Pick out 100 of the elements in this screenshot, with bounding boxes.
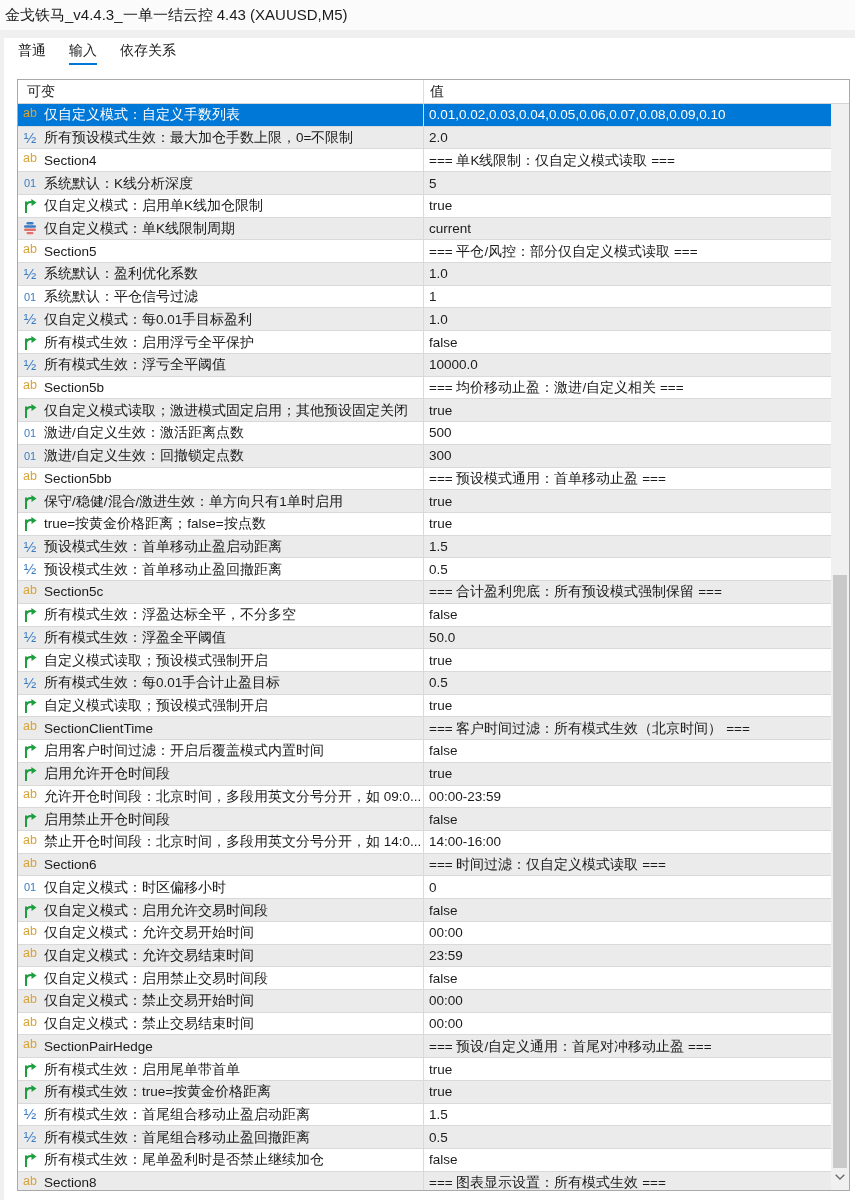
parameter-value[interactable]: true — [429, 492, 453, 510]
parameter-value[interactable]: false — [429, 606, 458, 624]
parameter-row[interactable]: ½ 所有模式生效：首尾组合移动止盈启动距离 1.5 — [18, 1103, 831, 1127]
parameter-value[interactable]: === 预设模式通用：首单移动止盈 === — [429, 469, 666, 487]
parameter-row[interactable]: 所有模式生效：启用浮亏全平保护 false — [18, 331, 831, 354]
parameter-row[interactable]: 仅自定义模式：启用单K线加仓限制 true — [18, 194, 831, 218]
scrollbar-thumb[interactable] — [833, 575, 847, 1168]
parameter-value[interactable]: === 合计盈利兜底：所有预设模式强制保留 === — [429, 583, 722, 601]
parameter-value[interactable]: true — [429, 515, 453, 533]
column-header[interactable]: 值 — [424, 80, 849, 103]
parameter-value[interactable]: === 图表显示设置：所有模式生效 === — [429, 1174, 666, 1190]
parameter-row[interactable]: 启用允许开仓时间段 true — [18, 762, 831, 786]
parameter-value[interactable]: false — [429, 810, 458, 828]
parameter-row[interactable]: 仅自定义模式：启用允许交易时间段 false — [18, 899, 831, 922]
parameter-value[interactable]: false — [429, 1151, 458, 1169]
parameter-row[interactable]: ½ 预设模式生效：首单移动止盈启动距离 1.5 — [18, 535, 831, 559]
parameter-value[interactable]: false — [429, 969, 458, 987]
parameter-row[interactable]: ab 禁止开仓时间段：北京时间，多段用英文分号分开，如 14:0... 14:00-16:00 — [18, 831, 831, 854]
parameter-value[interactable]: 0.5 — [429, 1128, 448, 1146]
parameter-row[interactable]: ab 允许开仓时间段：北京时间，多段用英文分号分开，如 09:0... 00:00-23:59 — [18, 785, 831, 809]
parameter-row[interactable]: 仅自定义模式：单K线限制周期 current — [18, 217, 831, 241]
parameter-row[interactable]: 仅自定义模式读取；激进模式固定启用；其他预设固定关闭 true — [18, 399, 831, 423]
parameter-row[interactable]: 自定义模式读取；预设模式强制开启 true — [18, 694, 831, 718]
parameter-value[interactable]: === 平仓/风控：部分仅自定义模式读取 === — [429, 242, 698, 260]
parameter-value[interactable]: === 时间过滤：仅自定义模式读取 === — [429, 856, 666, 874]
tab[interactable]: 依存关系 — [120, 41, 176, 65]
parameter-row[interactable]: ½ 所有模式生效：浮亏全平阈值 10000.0 — [18, 353, 831, 377]
parameter-row[interactable]: ab Section5 === 平仓/风控：部分仅自定义模式读取 === — [18, 240, 831, 264]
parameter-row[interactable]: 01 仅自定义模式：时区偏移小时 0 — [18, 876, 831, 900]
parameter-value[interactable]: 1.0 — [429, 265, 448, 283]
parameter-row[interactable]: ½ 预设模式生效：首单移动止盈回撤距离 0.5 — [18, 558, 831, 582]
parameter-value[interactable]: 14:00-16:00 — [429, 833, 502, 851]
parameter-value[interactable]: 1.0 — [429, 310, 448, 328]
parameter-value[interactable]: true — [429, 401, 453, 419]
parameter-value[interactable]: === 均价移动止盈：激进/自定义相关 === — [429, 379, 684, 396]
parameter-row[interactable]: 自定义模式读取；预设模式强制开启 true — [18, 649, 831, 672]
parameter-row[interactable]: ½ 所有模式生效：首尾组合移动止盈回撤距离 0.5 — [18, 1126, 831, 1150]
parameter-row[interactable]: 01 系统默认：K线分析深度 5 — [18, 172, 831, 195]
parameter-row[interactable]: 所有模式生效：尾单盈利时是否禁止继续加仓 false — [18, 1149, 831, 1172]
parameter-value[interactable]: 0.5 — [429, 560, 448, 578]
parameter-row[interactable]: 启用客户时间过滤：开启后覆盖模式内置时间 false — [18, 740, 831, 763]
parameter-value[interactable]: false — [429, 901, 458, 919]
parameter-row[interactable]: 所有模式生效：浮盈达标全平，不分多空 false — [18, 603, 831, 627]
parameter-row[interactable]: ab Section5b === 均价移动止盈：激进/自定义相关 === — [18, 376, 831, 400]
parameter-row[interactable]: ab Section6 === 时间过滤：仅自定义模式读取 === — [18, 853, 831, 877]
parameter-value[interactable]: 1.5 — [429, 1106, 448, 1123]
parameter-value[interactable]: 500 — [429, 424, 452, 442]
parameter-row[interactable]: 01 激进/自定义生效：回撤锁定点数 300 — [18, 444, 831, 468]
parameter-value[interactable]: 10000.0 — [429, 356, 478, 374]
parameter-row[interactable]: 仅自定义模式：启用禁止交易时间段 false — [18, 967, 831, 991]
parameter-row[interactable]: 保守/稳健/混合/激进生效：单方向只有1单时启用 true — [18, 490, 831, 513]
parameter-value[interactable]: 0.5 — [429, 674, 448, 692]
parameter-row[interactable]: ab Section4 === 单K线限制：仅自定义模式读取 === — [18, 149, 831, 173]
parameter-value[interactable]: 23:59 — [429, 946, 463, 964]
parameter-value[interactable]: true — [429, 1083, 453, 1101]
parameter-row[interactable]: 启用禁止开仓时间段 false — [18, 808, 831, 831]
column-header[interactable]: 可变 — [18, 80, 424, 103]
parameter-row[interactable]: ab 仅自定义模式：允许交易开始时间 00:00 — [18, 921, 831, 945]
parameter-value[interactable]: === 单K线限制：仅自定义模式读取 === — [429, 151, 675, 169]
parameter-value[interactable]: 2.0 — [429, 129, 448, 147]
parameter-value[interactable]: 1.5 — [429, 538, 448, 555]
parameter-value[interactable]: true — [429, 651, 453, 669]
parameter-value[interactable]: 1 — [429, 288, 437, 306]
parameter-row[interactable]: ½ 所有模式生效：每0.01手合计止盈目标 0.5 — [18, 671, 831, 695]
parameter-value[interactable]: 0.01,0.02,0.03,0.04,0.05,0.06,0.07,0.08,0.09,0.10 — [429, 106, 726, 124]
parameter-row[interactable]: ab 仅自定义模式：允许交易结束时间 23:59 — [18, 944, 831, 968]
parameter-row[interactable]: ab SectionPairHedge === 预设/自定义通用：首尾对冲移动止盈 === — [18, 1035, 831, 1059]
parameter-value[interactable]: 50.0 — [429, 628, 456, 646]
parameter-row[interactable]: ½ 所有模式生效：浮盈全平阈值 50.0 — [18, 626, 831, 650]
parameter-value[interactable]: 5 — [429, 174, 437, 192]
parameter-row[interactable]: ½ 系统默认：盈利优化系数 1.0 — [18, 263, 831, 286]
parameter-row[interactable]: ab 仅自定义模式：禁止交易结束时间 00:00 — [18, 1012, 831, 1036]
parameter-value[interactable]: true — [429, 765, 453, 783]
parameter-value[interactable]: current — [429, 219, 472, 237]
parameter-value[interactable]: 300 — [429, 447, 452, 465]
parameter-value[interactable]: true — [429, 197, 453, 215]
parameter-row[interactable]: 01 系统默认：平仓信号过滤 1 — [18, 285, 831, 309]
parameter-row[interactable]: 所有模式生效：启用尾单带首单 true — [18, 1058, 831, 1081]
parameter-value[interactable]: === 客户时间过滤：所有模式生效（北京时间） === — [429, 719, 750, 737]
parameter-value[interactable]: true — [429, 1060, 453, 1078]
parameter-row[interactable]: ab 仅自定义模式：禁止交易开始时间 00:00 — [18, 990, 831, 1013]
parameter-value[interactable]: false — [429, 333, 458, 351]
parameter-value[interactable]: true — [429, 697, 453, 715]
parameter-value[interactable]: 00:00 — [429, 924, 463, 942]
parameter-row[interactable]: 所有模式生效：true=按黄金价格距离 true — [18, 1080, 831, 1104]
tab[interactable]: 普通 — [18, 41, 46, 65]
parameter-value[interactable]: 00:00 — [429, 992, 463, 1010]
parameter-value[interactable]: === 预设/自定义通用：首尾对冲移动止盈 === — [429, 1037, 712, 1055]
parameter-row[interactable]: ½ 所有预设模式生效：最大加仓手数上限，0=不限制 2.0 — [18, 126, 831, 150]
parameter-row[interactable]: 01 激进/自定义生效：激活距离点数 500 — [18, 422, 831, 445]
tab[interactable]: 输入 — [69, 41, 97, 65]
parameter-row[interactable]: ab 仅自定义模式：自定义手数列表 0.01,0.02,0.03,0.04,0.05,0.06,0.07,0.08,0.09,0.10 — [18, 104, 831, 127]
parameter-row[interactable]: ab SectionClientTime === 客户时间过滤：所有模式生效（北京时间） === — [18, 717, 831, 741]
parameter-row[interactable]: ½ 仅自定义模式：每0.01手目标盈利 1.0 — [18, 308, 831, 332]
scroll-down-icon[interactable] — [835, 1174, 845, 1180]
parameter-value[interactable]: 00:00-23:59 — [429, 787, 502, 805]
parameter-value[interactable]: false — [429, 742, 458, 760]
parameter-row[interactable]: ab Section5c === 合计盈利兜底：所有预设模式强制保留 === — [18, 581, 831, 604]
parameter-row[interactable]: ab Section5bb === 预设模式通用：首单移动止盈 === — [18, 467, 831, 491]
parameter-value[interactable]: 0 — [429, 878, 437, 896]
